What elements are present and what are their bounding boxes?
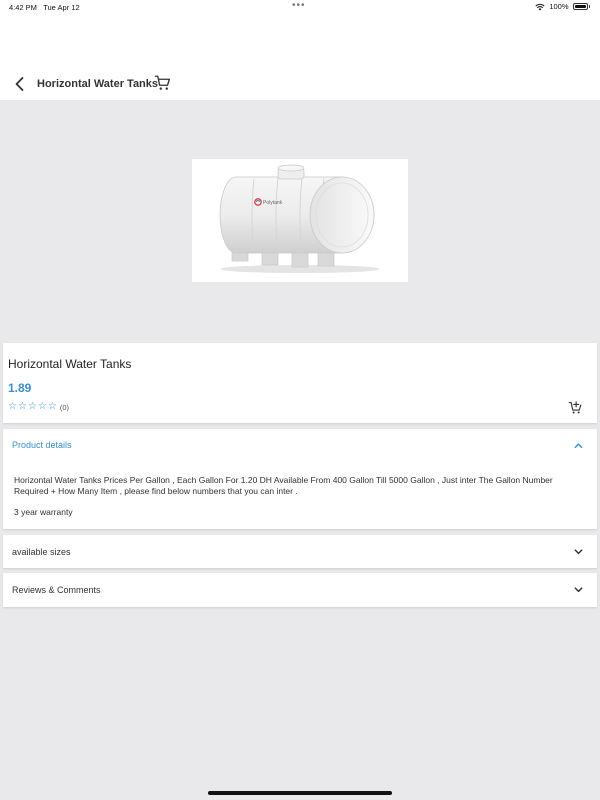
battery-icon <box>572 3 588 10</box>
status-time-date: 4:42 PM Tue Apr 12 <box>9 3 80 12</box>
warranty-text: 3 year warranty <box>14 507 73 517</box>
product-details-panel: Product details Horizontal Water Tanks P… <box>3 429 597 529</box>
rating: ☆ ☆ ☆ ☆ ☆ (0) <box>8 402 69 412</box>
chevron-down-icon[interactable] <box>573 546 584 557</box>
star-icon[interactable]: ☆ <box>18 402 27 412</box>
product-name: Horizontal Water Tanks <box>8 357 132 371</box>
product-image-area: Polytank <box>0 100 600 341</box>
reviews-comments-header[interactable]: Reviews & Comments <box>12 585 101 595</box>
available-sizes-header[interactable]: available sizes <box>12 547 71 557</box>
star-icon[interactable]: ☆ <box>38 402 47 412</box>
star-icon[interactable]: ☆ <box>28 402 37 412</box>
brand-logo: Polytank <box>263 200 283 206</box>
battery-percent: 100% <box>549 2 569 11</box>
product-details-header[interactable]: Product details <box>12 440 72 450</box>
water-tank-illustration: Polytank <box>219 164 380 273</box>
star-icon[interactable]: ☆ <box>48 402 57 412</box>
product-info-card: Horizontal Water Tanks 1.89 ☆ ☆ ☆ ☆ ☆ (0… <box>3 343 597 423</box>
product-description: Horizontal Water Tanks Prices Per Gallon… <box>14 475 553 496</box>
status-right: 100% <box>535 2 590 11</box>
star-icon[interactable]: ☆ <box>8 402 17 412</box>
status-bar: 4:42 PM Tue Apr 12 ••• 100% <box>0 0 600 14</box>
available-sizes-panel[interactable]: available sizes <box>3 535 597 568</box>
back-arrow-icon[interactable] <box>10 74 30 94</box>
product-image[interactable]: Polytank <box>192 159 408 282</box>
app-header: Horizontal Water Tanks <box>0 14 600 100</box>
home-indicator[interactable] <box>208 791 392 795</box>
chevron-down-icon[interactable] <box>573 584 584 595</box>
multitasking-dots[interactable]: ••• <box>292 0 306 11</box>
wifi-icon <box>535 3 545 10</box>
cart-icon[interactable] <box>154 74 172 92</box>
add-to-cart-icon[interactable] <box>568 400 583 415</box>
page-title: Horizontal Water Tanks <box>37 78 159 90</box>
chevron-up-icon[interactable] <box>573 440 584 451</box>
product-price: 1.89 <box>8 381 32 395</box>
rating-count: (0) <box>59 402 70 412</box>
reviews-comments-panel[interactable]: Reviews & Comments <box>3 573 597 607</box>
